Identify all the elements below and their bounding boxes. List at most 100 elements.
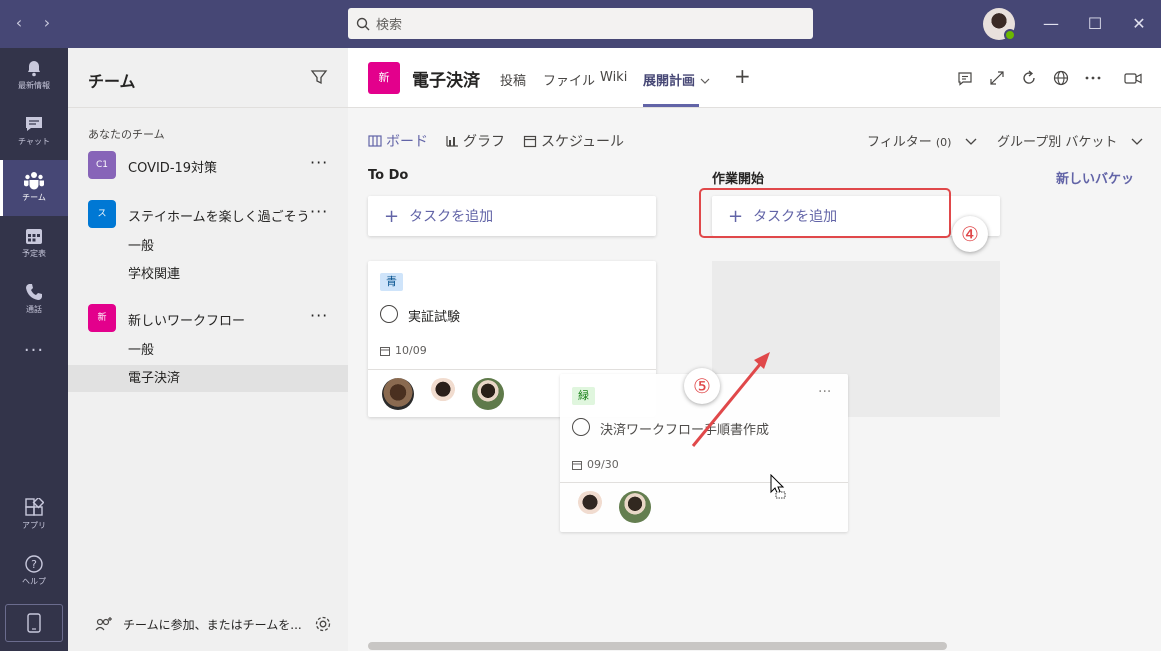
expand-icon[interactable] bbox=[987, 68, 1007, 88]
minimize-button[interactable]: — bbox=[1037, 10, 1065, 38]
globe-icon[interactable] bbox=[1051, 68, 1071, 88]
tab-wiki[interactable]: Wiki bbox=[600, 70, 627, 85]
apps-icon bbox=[25, 498, 44, 516]
add-task-label: タスクを追加 bbox=[409, 209, 494, 225]
gear-icon[interactable] bbox=[314, 615, 332, 633]
assignee-avatar[interactable] bbox=[382, 378, 414, 410]
assignee-avatar[interactable] bbox=[472, 378, 504, 410]
panel-title: チーム bbox=[88, 72, 136, 91]
rail-teams[interactable]: チーム bbox=[0, 160, 68, 216]
download-mobile-button[interactable] bbox=[5, 604, 63, 642]
task-name: 実証試験 bbox=[408, 310, 461, 325]
chevron-down-icon bbox=[700, 78, 709, 84]
step-callout-5: ⑤ bbox=[684, 368, 720, 404]
assignee-avatar[interactable] bbox=[619, 491, 651, 523]
section-label: あなたのチーム bbox=[88, 128, 165, 141]
bucket-title-todo[interactable]: To Do bbox=[368, 168, 408, 183]
assignee-avatar[interactable] bbox=[427, 378, 459, 410]
team-name: COVID-19対策 bbox=[128, 161, 218, 176]
plus-icon: + bbox=[384, 205, 400, 227]
team-name: ステイホームを楽しく過ごそう bbox=[128, 210, 310, 225]
channel-header: 新 電子決済 投稿 ファイル Wiki 展開計画 + bbox=[348, 48, 1161, 108]
more-options-icon[interactable]: ··· bbox=[310, 306, 328, 325]
mouse-cursor-icon bbox=[770, 474, 786, 499]
group-by-label: グループ別 バケット bbox=[997, 135, 1118, 150]
search-placeholder: 検索 bbox=[376, 18, 403, 33]
help-icon: ? bbox=[25, 555, 43, 573]
title-bar: ‹ › 検索 — ☐ ✕ bbox=[0, 0, 1161, 48]
search-box[interactable]: 検索 bbox=[348, 8, 813, 39]
rail-help[interactable]: ? ヘルプ bbox=[0, 544, 68, 600]
filter-dropdown[interactable]: フィルター (0) bbox=[867, 131, 978, 150]
tab-posts[interactable]: 投稿 bbox=[500, 70, 526, 89]
rail-more-icon[interactable]: ··· bbox=[0, 340, 68, 361]
horizontal-scrollbar[interactable] bbox=[368, 642, 947, 650]
rail-calendar[interactable]: 予定表 bbox=[0, 216, 68, 272]
rail-calls[interactable]: 通話 bbox=[0, 272, 68, 328]
group-by-dropdown[interactable]: グループ別 バケット bbox=[997, 131, 1144, 150]
team-item-workflow[interactable]: 新 新しいワークフロー ··· bbox=[68, 304, 348, 334]
refresh-icon[interactable] bbox=[1019, 68, 1039, 88]
team-tile: ス bbox=[88, 200, 116, 228]
highlight-box bbox=[699, 188, 951, 238]
complete-checkbox[interactable] bbox=[380, 305, 398, 323]
bucket-title-started[interactable]: 作業開始 bbox=[712, 168, 764, 187]
rail-apps[interactable]: アプリ bbox=[0, 488, 68, 544]
assignee-avatar[interactable] bbox=[574, 491, 606, 523]
svg-text:?: ? bbox=[31, 558, 37, 571]
due-date: 09/30 bbox=[572, 458, 619, 471]
more-options-icon[interactable]: ··· bbox=[818, 384, 831, 400]
rail-label: ヘルプ bbox=[22, 577, 46, 586]
tab-files[interactable]: ファイル bbox=[543, 70, 595, 89]
close-button[interactable]: ✕ bbox=[1125, 10, 1153, 38]
calendar-icon bbox=[523, 135, 537, 148]
more-options-icon[interactable]: ··· bbox=[310, 153, 328, 172]
team-item-stayhome[interactable]: ス ステイホームを楽しく過ごそう ··· bbox=[68, 200, 348, 230]
channel-school[interactable]: 学校関連 bbox=[68, 261, 348, 288]
team-name: 新しいワークフロー bbox=[128, 314, 246, 329]
view-schedule-tab[interactable]: スケジュール bbox=[523, 131, 624, 151]
tab-plan[interactable]: 展開計画 bbox=[643, 70, 710, 89]
add-task-button[interactable]: + タスクを追加 bbox=[368, 196, 656, 236]
calendar-icon bbox=[572, 460, 582, 470]
channel-general[interactable]: 一般 bbox=[68, 233, 348, 260]
view-chart-tab[interactable]: グラフ bbox=[445, 131, 505, 151]
new-bucket-link[interactable]: 新しいバケッ bbox=[1056, 168, 1134, 187]
view-chart-label: グラフ bbox=[463, 134, 505, 150]
bell-icon bbox=[28, 61, 40, 77]
more-options-icon[interactable]: ··· bbox=[310, 202, 328, 221]
back-button[interactable]: ‹ bbox=[9, 12, 29, 34]
chart-icon bbox=[446, 136, 458, 147]
rail-chat[interactable]: チャット bbox=[0, 104, 68, 160]
presence-status-icon bbox=[1004, 29, 1016, 41]
conversation-icon[interactable] bbox=[955, 68, 975, 88]
maximize-button[interactable]: ☐ bbox=[1081, 10, 1109, 38]
due-date: 10/09 bbox=[380, 344, 427, 357]
channel-tile: 新 bbox=[368, 62, 400, 94]
rail-label: アプリ bbox=[22, 521, 46, 530]
meet-now-icon[interactable] bbox=[1123, 68, 1143, 88]
add-tab-button[interactable]: + bbox=[734, 64, 751, 88]
forward-button[interactable]: › bbox=[37, 12, 57, 34]
teams-panel: チーム あなたのチーム C1 COVID-19対策 ··· ス ステイホームを楽… bbox=[68, 48, 348, 651]
more-options-icon[interactable] bbox=[1083, 68, 1103, 88]
join-team-row[interactable]: チームに参加、またはチームを... bbox=[68, 604, 348, 644]
complete-checkbox[interactable] bbox=[572, 418, 590, 436]
channel-title: 電子決済 bbox=[412, 71, 480, 91]
channel-general[interactable]: 一般 bbox=[68, 337, 348, 364]
calendar-icon bbox=[26, 229, 42, 244]
filter-icon[interactable] bbox=[310, 68, 328, 86]
rail-label: 最新情報 bbox=[18, 81, 50, 90]
calendar-icon bbox=[380, 346, 390, 356]
view-board-tab[interactable]: ボード bbox=[368, 131, 428, 151]
active-tab-indicator bbox=[643, 104, 699, 107]
rail-label: 予定表 bbox=[22, 249, 46, 258]
teams-icon bbox=[24, 172, 44, 190]
step-callout-4: ④ bbox=[952, 216, 988, 252]
channel-epayment[interactable]: 電子決済 bbox=[68, 365, 348, 392]
rail-activity[interactable]: 最新情報 bbox=[0, 48, 68, 104]
divider bbox=[68, 107, 348, 108]
join-team-icon bbox=[95, 617, 112, 631]
team-item-covid[interactable]: C1 COVID-19対策 ··· bbox=[68, 151, 348, 181]
join-team-label: チームに参加、またはチームを... bbox=[123, 618, 302, 632]
